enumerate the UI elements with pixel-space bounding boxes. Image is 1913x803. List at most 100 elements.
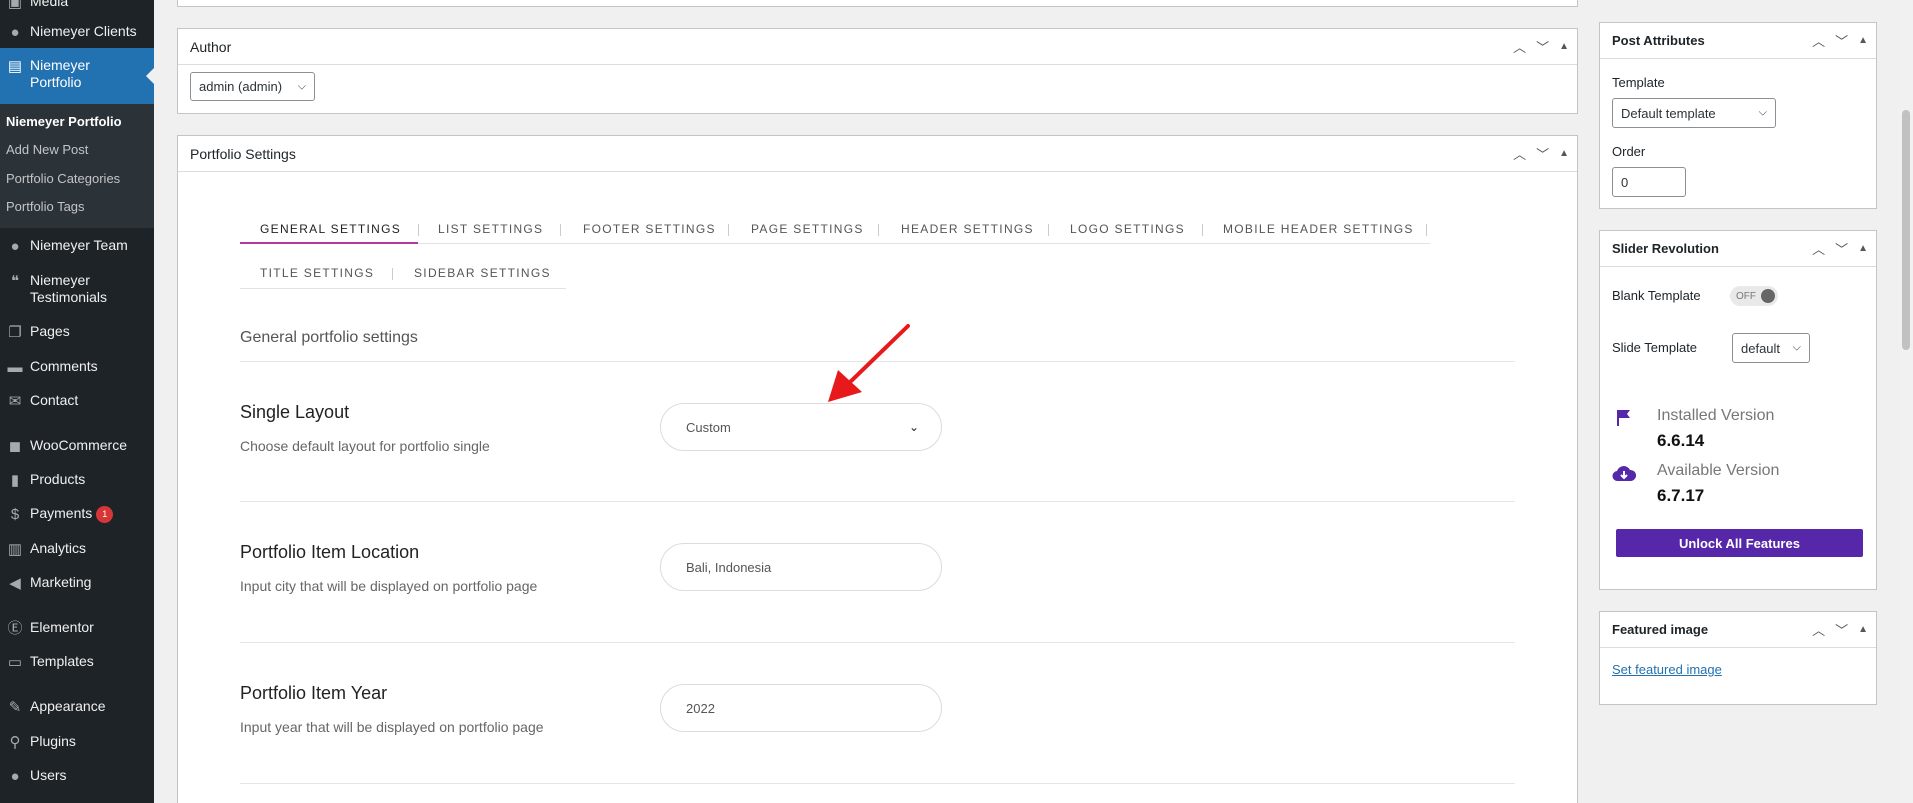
analytics-icon: ▥ xyxy=(7,540,23,558)
collapse-icon[interactable]: ▲ xyxy=(1858,36,1868,46)
sidebar-item-contact[interactable]: ✉ Contact xyxy=(0,391,154,411)
toggle-knob xyxy=(1761,289,1775,303)
tab-separator xyxy=(560,224,561,236)
tab-header-settings[interactable]: HEADER SETTINGS xyxy=(901,222,1034,236)
chevron-down-icon: ⌵ xyxy=(1792,341,1801,354)
template-select[interactable]: Default template ⌵ xyxy=(1612,98,1776,128)
collapse-icon[interactable]: ▲ xyxy=(1858,625,1868,635)
collapse-icon[interactable]: ▲ xyxy=(1858,244,1868,254)
team-icon: ● xyxy=(10,237,20,255)
location-description: Input city that will be displayed on por… xyxy=(240,578,538,594)
sidebar-item-label: Payments 1 xyxy=(30,504,114,523)
tab-sidebar-settings[interactable]: SIDEBAR SETTINGS xyxy=(414,266,551,280)
sidebar-item-pages[interactable]: ❐ Pages xyxy=(0,322,154,342)
unlock-all-features-button[interactable]: Unlock All Features xyxy=(1616,529,1863,557)
sidebar-item-appearance[interactable]: ✎ Appearance xyxy=(0,697,154,717)
tab-page-settings[interactable]: PAGE SETTINGS xyxy=(751,222,864,236)
move-up-icon[interactable]: ︿ xyxy=(1513,148,1526,161)
slider-revolution-title: Slider Revolution xyxy=(1612,241,1719,256)
previous-metabox xyxy=(177,0,1578,7)
submenu-item-portfolio[interactable]: Niemeyer Portfolio xyxy=(6,114,122,129)
sidebar-item-label: Niemeyer Clients xyxy=(30,23,137,39)
sidebar-item-testimonials[interactable]: ❝ Niemeyer Testimonials xyxy=(0,271,154,306)
sidebar-item-users[interactable]: ● Users xyxy=(0,766,154,786)
divider xyxy=(240,642,1515,643)
author-title: Author xyxy=(190,38,232,55)
sidebar-item-plugins[interactable]: ⚲ Plugins xyxy=(0,732,154,752)
tab-footer-settings[interactable]: FOOTER SETTINGS xyxy=(583,222,716,236)
divider xyxy=(240,501,1515,502)
payments-badge: 1 xyxy=(96,505,114,523)
move-up-icon[interactable]: ︿ xyxy=(1812,35,1825,48)
sidebar-item-label: Niemeyer Testimonials xyxy=(30,272,108,305)
tab-mobile-header-settings[interactable]: MOBILE HEADER SETTINGS xyxy=(1223,222,1414,236)
sidebar-item-label: Users xyxy=(30,767,67,783)
blank-template-toggle[interactable]: OFF xyxy=(1730,286,1778,306)
collapse-icon[interactable]: ▲ xyxy=(1559,149,1569,159)
tab-logo-settings[interactable]: LOGO SETTINGS xyxy=(1070,222,1185,236)
author-metabox-header: Author ︿ ﹀ ▲ xyxy=(178,29,1577,65)
move-down-icon[interactable]: ﹀ xyxy=(1835,35,1848,48)
sidebar-item-analytics[interactable]: ▥ Analytics xyxy=(0,539,154,559)
submenu-item-add-new[interactable]: Add New Post xyxy=(6,142,88,157)
toggle-state: OFF xyxy=(1736,290,1756,302)
move-up-icon[interactable]: ︿ xyxy=(1812,624,1825,637)
slider-revolution-metabox: Slider Revolution ︿ ﹀ ▲ Blank Template O… xyxy=(1599,230,1877,590)
sidebar-item-label: Analytics xyxy=(30,540,87,556)
sidebar-item-woocommerce[interactable]: ◼ WooCommerce xyxy=(0,436,154,456)
set-featured-image-link[interactable]: Set featured image xyxy=(1612,662,1722,677)
order-input[interactable]: 0 xyxy=(1612,167,1686,197)
sidebar-item-comments[interactable]: ▬ Comments xyxy=(0,357,154,377)
slide-template-select[interactable]: default ⌵ xyxy=(1732,333,1810,363)
move-down-icon[interactable]: ﹀ xyxy=(1536,41,1549,54)
installed-version-label: Installed Version xyxy=(1657,407,1775,424)
order-label: Order xyxy=(1612,144,1646,159)
clients-icon: ● xyxy=(10,23,20,41)
featured-image-title: Featured image xyxy=(1612,622,1709,637)
chevron-down-icon: ⌄ xyxy=(908,420,919,434)
plugins-icon: ⚲ xyxy=(9,733,21,751)
author-select[interactable]: admin (admin) ⌵ xyxy=(190,72,315,101)
tab-separator xyxy=(1426,224,1427,236)
media-icon: ▣ xyxy=(7,0,23,11)
submenu-item-categories[interactable]: Portfolio Categories xyxy=(6,171,120,186)
order-value: 0 xyxy=(1621,174,1629,190)
sidebar-item-portfolio[interactable]: ▤ Niemeyer Portfolio xyxy=(0,48,154,104)
active-menu-arrow xyxy=(146,68,154,84)
location-input[interactable]: Bali, Indonesia xyxy=(660,543,942,591)
sidebar-item-products[interactable]: ▮ Products xyxy=(0,470,154,490)
sidebar-item-label: Templates xyxy=(30,653,94,669)
single-layout-select[interactable]: Custom ⌄ xyxy=(660,403,942,451)
tab-list-settings[interactable]: LIST SETTINGS xyxy=(438,222,543,236)
move-up-icon[interactable]: ︿ xyxy=(1812,243,1825,256)
tabs-underline-row2 xyxy=(240,288,566,289)
sidebar-item-label: Elementor xyxy=(30,619,94,635)
year-input[interactable]: 2022 xyxy=(660,684,942,732)
pages-icon: ❐ xyxy=(8,323,22,341)
sidebar-item-label: Marketing xyxy=(30,574,92,590)
sidebar-item-media[interactable]: ▣ Media xyxy=(0,0,154,12)
move-up-icon[interactable]: ︿ xyxy=(1513,41,1526,54)
submenu-item-tags[interactable]: Portfolio Tags xyxy=(6,199,85,214)
single-layout-description: Choose default layout for portfolio sing… xyxy=(240,438,490,454)
move-down-icon[interactable]: ﹀ xyxy=(1536,148,1549,161)
comments-icon: ▬ xyxy=(7,358,23,376)
collapse-icon[interactable]: ▲ xyxy=(1559,42,1569,52)
portfolio-icon: ▤ xyxy=(7,57,23,75)
tab-separator xyxy=(1048,224,1049,236)
sidebar-item-elementor[interactable]: Ⓔ Elementor xyxy=(0,618,154,638)
sidebar-item-templates[interactable]: ▭ Templates xyxy=(0,652,154,672)
sidebar-item-payments[interactable]: $ Payments 1 xyxy=(0,504,154,524)
sidebar-item-label: Niemeyer Portfolio xyxy=(30,57,90,90)
page-scrollbar[interactable] xyxy=(1899,0,1913,803)
move-down-icon[interactable]: ﹀ xyxy=(1835,243,1848,256)
tab-title-settings[interactable]: TITLE SETTINGS xyxy=(260,266,374,280)
elementor-icon: Ⓔ xyxy=(7,619,23,637)
tabs-underline-row1 xyxy=(240,243,1430,244)
tab-general-settings[interactable]: GENERAL SETTINGS xyxy=(260,222,401,236)
move-down-icon[interactable]: ﹀ xyxy=(1835,624,1848,637)
sidebar-item-clients[interactable]: ● Niemeyer Clients xyxy=(0,22,154,42)
sidebar-item-marketing[interactable]: ◀ Marketing xyxy=(0,573,154,593)
sidebar-item-team[interactable]: ● Niemeyer Team xyxy=(0,236,154,256)
scrollbar-thumb[interactable] xyxy=(1902,110,1910,350)
